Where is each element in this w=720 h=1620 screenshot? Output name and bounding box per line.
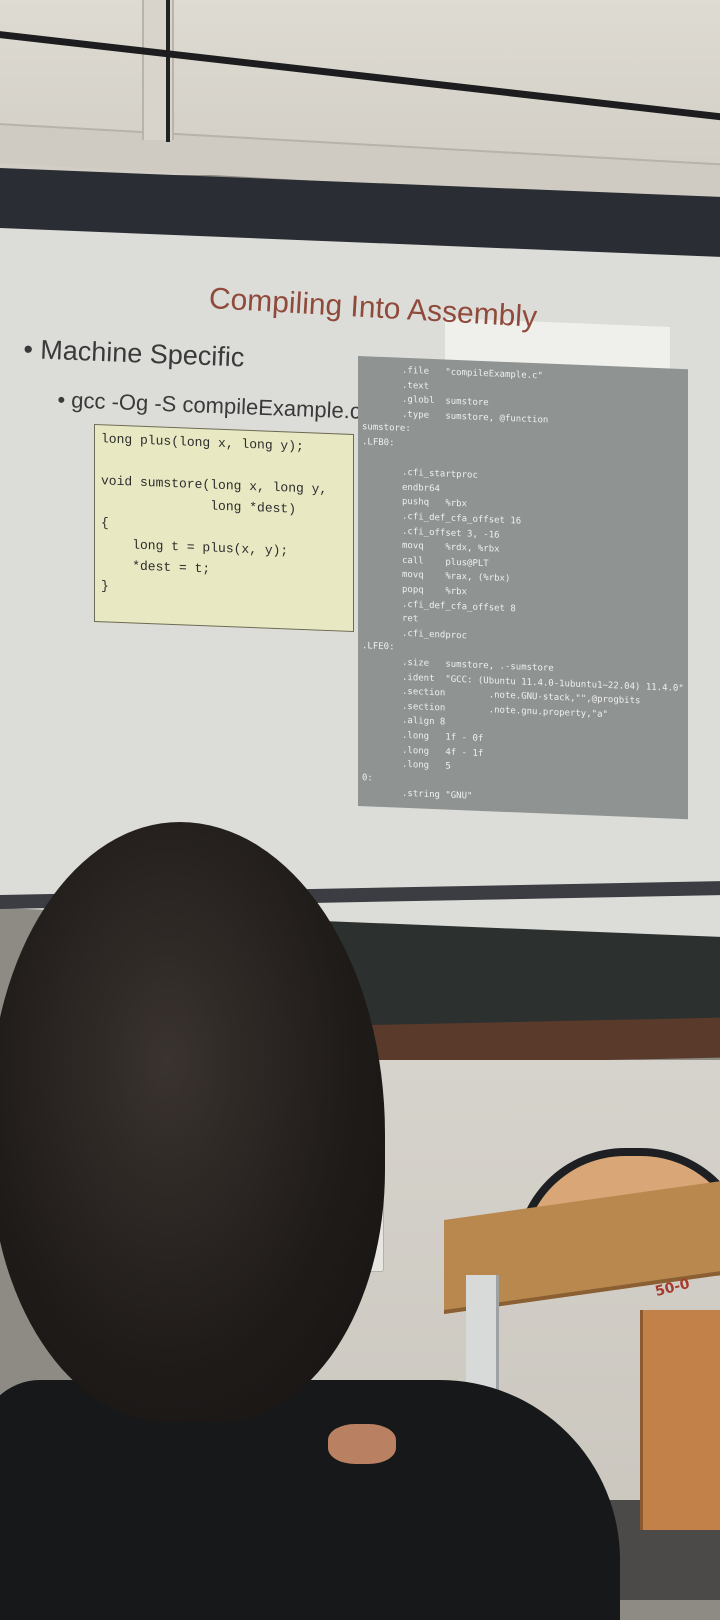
asm-code-line: movq %rax, (%rbx) (402, 570, 511, 585)
asm-code-line: endbr64 (402, 482, 440, 495)
asm-code-line: .long 1f - 0f (402, 730, 484, 745)
asm-code-line: .LFB0: (362, 437, 395, 449)
c-code-line: { (101, 515, 109, 531)
desk-drawer-box (640, 1310, 720, 1530)
asm-code-line: .cfi_offset 3, -16 (402, 526, 500, 541)
asm-code-line: .align 8 (402, 716, 446, 728)
assembly-code-box: .file "compileExample.c" .text .globl sums… (358, 356, 688, 820)
asm-code-line: .string "GNU" (402, 789, 473, 802)
asm-code-line: .file "compileExample.c" (402, 365, 543, 382)
asm-code-line: .LFE0: (362, 641, 395, 653)
asm-code-line: .cfi_def_cfa_offset 16 (402, 511, 522, 527)
asm-code-line: .cfi_def_cfa_offset 8 (402, 599, 516, 614)
asm-code-line: call plus@PLT (402, 555, 489, 570)
asm-code-line: movq %rdx, %rbx (402, 540, 500, 555)
asm-code-line: .type sumstore, @function (402, 409, 549, 426)
c-code-line: } (101, 578, 109, 594)
asm-code-line: sumstore: (362, 422, 411, 435)
c-code-line: long *dest) (101, 494, 297, 517)
pole-wire (166, 0, 170, 142)
asm-code-line: pushq %rbx (402, 497, 468, 510)
asm-code-line: .size sumstore, .-sumstore (402, 657, 554, 674)
asm-code-line: .cfi_endproc (402, 628, 468, 642)
asm-code-line: .globl sumstore (402, 394, 489, 409)
chalkboard-ledge (370, 1017, 720, 1065)
c-code-line: void sumstore(long x, long y, (101, 473, 328, 497)
person-hand (328, 1424, 396, 1464)
c-code-line: long plus(long x, long y); (101, 431, 304, 455)
asm-code-line: .long 4f - 1f (402, 745, 484, 759)
asm-code-line: 0: (362, 772, 373, 784)
person-shoulders (0, 1380, 620, 1620)
asm-code-line: .text (402, 380, 430, 392)
asm-code-line: .long 5 (402, 759, 451, 772)
c-code-line: long t = plus(x, y); (101, 536, 289, 559)
c-code-box: long plus(long x, long y); void sumstore(… (94, 424, 354, 632)
asm-code-line: ret (402, 613, 419, 625)
c-code-line: *dest = t; (101, 557, 211, 577)
asm-code-line: popq %rbx (402, 584, 468, 598)
asm-code-line: .cfi_startproc (402, 467, 478, 482)
